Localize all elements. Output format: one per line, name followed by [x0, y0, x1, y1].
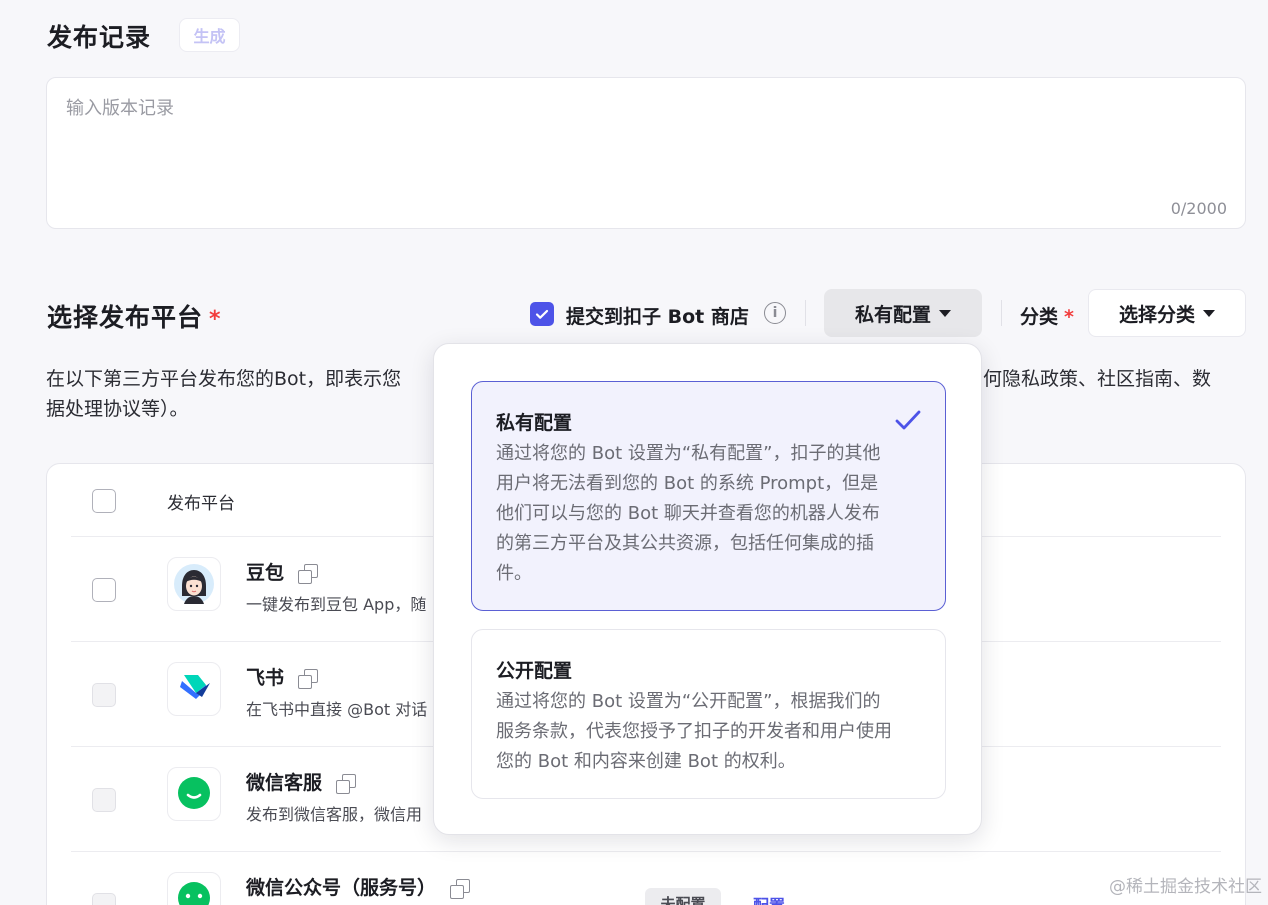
- row-checkbox-wechat-kf[interactable]: [92, 788, 116, 812]
- divider: [805, 300, 806, 326]
- row-desc-feishu: 在飞书中直接 @Bot 对话: [246, 700, 428, 719]
- privacy-config-dropdown[interactable]: 私有配置: [824, 289, 982, 337]
- category-label-text: 分类: [1020, 306, 1059, 328]
- category-placeholder: 选择分类: [1118, 303, 1195, 326]
- row-name-doubao: 豆包: [246, 558, 319, 585]
- option-title: 公开配置: [496, 660, 573, 682]
- row-name-wechat-kf: 微信客服: [246, 768, 357, 795]
- char-counter: 0/2000: [1170, 199, 1227, 218]
- submit-to-store-label[interactable]: 提交到扣子 Bot 商店: [566, 302, 749, 329]
- copy-icon[interactable]: [298, 563, 319, 584]
- desc-line1-left: 在以下第三方平台发布您的Bot，即表示您: [46, 368, 402, 390]
- submit-to-store-checkbox[interactable]: [530, 302, 554, 326]
- category-select[interactable]: 选择分类: [1088, 289, 1246, 337]
- wechat-icon: [167, 872, 221, 905]
- info-icon[interactable]: i: [764, 302, 786, 324]
- feishu-icon: [167, 662, 221, 716]
- release-notes-title: 发布记录: [47, 23, 152, 52]
- option-title: 私有配置: [496, 412, 573, 434]
- desc-line2: 据处理协议等）。: [46, 398, 189, 420]
- option-desc: 通过将您的 Bot 设置为“私有配置”，扣子的其他用户将无法看到您的 Bot 的…: [496, 443, 881, 584]
- checkmark-icon: [535, 309, 549, 319]
- menu-option-private[interactable]: 私有配置 通过将您的 Bot 设置为“私有配置”，扣子的其他用户将无法看到您的 …: [471, 381, 946, 611]
- check-icon: [895, 410, 921, 430]
- caret-down-icon: [1203, 309, 1215, 317]
- row-divider: [71, 851, 1221, 852]
- row-checkbox-doubao[interactable]: [92, 578, 116, 602]
- row-name-text: 微信公众号（服务号）: [246, 877, 437, 899]
- copy-icon[interactable]: [298, 668, 319, 689]
- status-badge: 未配置: [645, 888, 721, 905]
- privacy-config-menu: 私有配置 通过将您的 Bot 设置为“私有配置”，扣子的其他用户将无法看到您的 …: [433, 343, 982, 835]
- row-desc-doubao: 一键发布到豆包 App，随: [246, 595, 427, 614]
- doubao-icon: [167, 557, 221, 611]
- copy-icon[interactable]: [336, 773, 357, 794]
- release-notes-placeholder: 输入版本记录: [66, 98, 174, 119]
- release-notes-input[interactable]: 输入版本记录 0/2000: [46, 77, 1246, 229]
- select-all-checkbox[interactable]: [92, 489, 116, 513]
- row-name-wechat-mp: 微信公众号（服务号）: [246, 873, 471, 900]
- required-mark: *: [209, 307, 222, 332]
- copy-icon[interactable]: [450, 878, 471, 899]
- row-desc-wechat-kf: 发布到微信客服，微信用: [246, 805, 423, 824]
- divider: [1001, 300, 1002, 326]
- wechat-icon: [167, 767, 221, 821]
- row-name-text: 飞书: [246, 667, 285, 689]
- row-checkbox-feishu[interactable]: [92, 683, 116, 707]
- desc-line1-right: 何隐私政策、社区指南、数: [983, 368, 1212, 390]
- row-name-text: 豆包: [246, 562, 285, 584]
- generate-button[interactable]: 生成: [179, 18, 240, 52]
- watermark: @稀土掘金技术社区: [1109, 877, 1262, 897]
- configure-link[interactable]: 配置: [753, 892, 785, 905]
- platform-section-title: 选择发布平台 *: [47, 298, 222, 334]
- row-name-feishu: 飞书: [246, 663, 319, 690]
- row-name-text: 微信客服: [246, 772, 323, 794]
- table-header-platform: 发布平台: [167, 494, 235, 514]
- option-desc: 通过将您的 Bot 设置为“公开配置”，根据我们的服务条款，代表您授予了扣子的开…: [496, 691, 892, 772]
- menu-option-public[interactable]: 公开配置 通过将您的 Bot 设置为“公开配置”，根据我们的服务条款，代表您授予…: [471, 629, 946, 799]
- privacy-selected-label: 私有配置: [854, 303, 931, 326]
- caret-down-icon: [939, 309, 951, 317]
- category-label: 分类 *: [1020, 302, 1074, 329]
- platform-title-text: 选择发布平台: [47, 303, 204, 332]
- row-checkbox-wechat-mp[interactable]: [92, 893, 116, 905]
- required-mark: *: [1064, 306, 1074, 328]
